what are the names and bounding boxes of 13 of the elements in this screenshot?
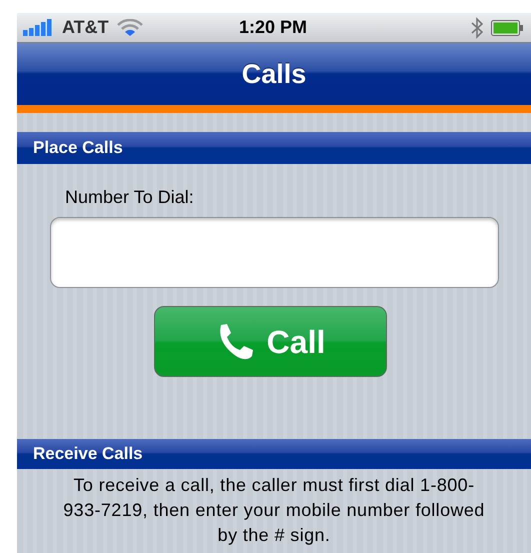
signal-icon: [23, 19, 54, 36]
screen-title: Calls: [242, 58, 306, 91]
number-field[interactable]: [50, 217, 499, 288]
section-header: Receive Calls: [33, 443, 143, 466]
wifi-icon: [116, 18, 143, 36]
bluetooth-icon: [471, 16, 483, 38]
battery-icon: [491, 20, 523, 36]
instructions-text: To receive a call, the caller must first dial 1-800-933-7219, then enter your mobile number followed by the # sign.: [62, 474, 486, 547]
status-time: 1:20 PM: [238, 16, 308, 39]
field-label: Number To Dial:: [65, 186, 194, 209]
carrier-name: AT&T: [62, 16, 109, 39]
section-header: Place Calls: [33, 137, 123, 160]
call-button[interactable]: Call: [154, 306, 386, 377]
